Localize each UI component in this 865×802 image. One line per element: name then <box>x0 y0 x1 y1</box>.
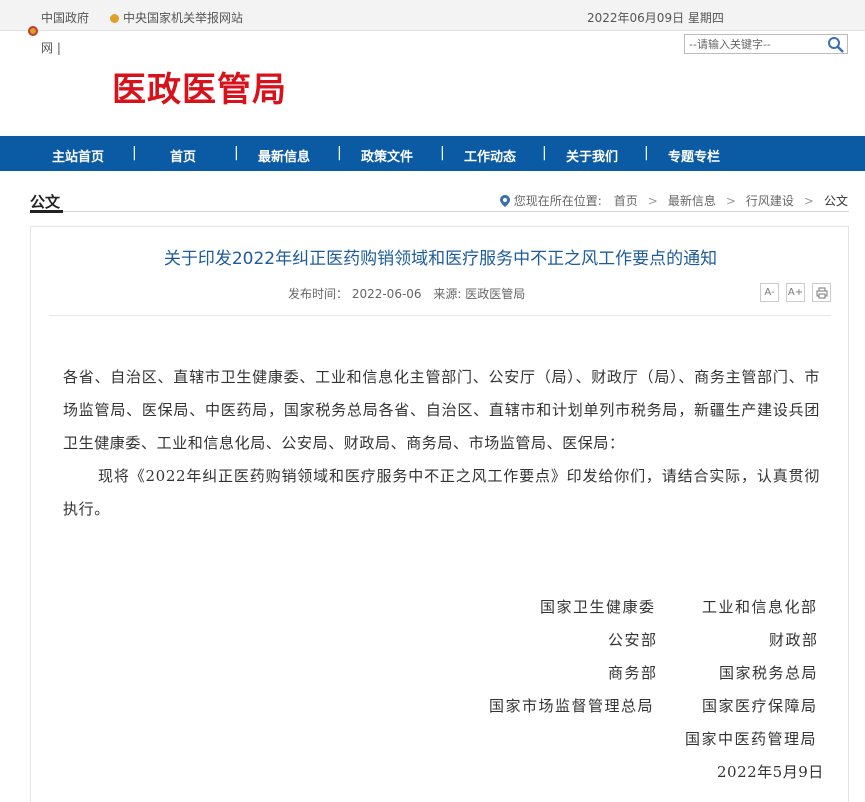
font-increase-button[interactable]: A+ <box>786 283 805 302</box>
nav-separator: | <box>234 145 239 161</box>
chevron-right-icon: > <box>803 193 814 208</box>
article-title: 关于印发2022年纠正医药购销领域和医疗服务中不正之风工作要点的通知 <box>163 249 718 269</box>
signature-mps: 公安部 <box>608 631 658 649</box>
article-tools: A- A+ <box>760 283 831 302</box>
signature-sat: 国家税务总局 <box>719 664 819 682</box>
report-link[interactable]: 中央国家机关举报网站 <box>110 9 243 26</box>
nav-item-latest[interactable]: 最新信息 <box>258 146 310 165</box>
addressee-paragraph: 各省、自治区、直辖市卫生健康委、工业和信息化主管部门、公安厅（局）、财政厅（局）… <box>63 368 820 452</box>
site-logo[interactable]: 医政医管局 <box>112 62 287 111</box>
gov-link[interactable]: 中国政府 <box>41 9 89 26</box>
nav-separator: | <box>337 145 342 161</box>
font-decrease-button[interactable]: A- <box>760 283 779 302</box>
signature-nhc: 国家卫生健康委 <box>540 598 656 616</box>
section-underline <box>30 210 63 213</box>
nav-separator: | <box>440 145 445 161</box>
nav-item-about[interactable]: 关于我们 <box>566 146 618 165</box>
top-bar: 中国政府 中央国家机关举报网站 2022年06月09日 星期四 <box>0 0 865 31</box>
wang-label: 网 | <box>41 41 61 55</box>
signature-nhsa: 国家医疗保障局 <box>702 697 818 715</box>
nav-item-home[interactable]: 首页 <box>170 146 196 165</box>
signature-mofcom: 商务部 <box>608 664 658 682</box>
location-pin-icon <box>499 194 510 207</box>
signature-samr: 国家市场监督管理总局 <box>489 697 655 715</box>
national-emblem-icon <box>28 26 38 36</box>
nav-item-special[interactable]: 专题专栏 <box>668 146 720 165</box>
article-source: 来源: 医政医管局 <box>433 287 526 301</box>
signature-mof: 财政部 <box>769 631 819 649</box>
signature-miit: 工业和信息化部 <box>702 598 818 616</box>
nav-separator: | <box>542 145 547 161</box>
divider <box>63 211 849 212</box>
breadcrumb-conduct[interactable]: 行风建设 <box>746 192 794 209</box>
nav-separator: | <box>132 145 137 161</box>
nav-item-policy[interactable]: 政策文件 <box>361 146 413 165</box>
search-box <box>684 34 848 54</box>
body-paragraph: 现将《2022年纠正医药购销领域和医疗服务中不正之风工作要点》印发给你们，请结合… <box>63 467 820 518</box>
nav-item-main-home[interactable]: 主站首页 <box>52 146 104 165</box>
report-link-label: 中央国家机关举报网站 <box>123 11 244 25</box>
breadcrumb: 您现在所在位置: 首页 > 最新信息 > 行风建设 > 公文 <box>499 192 848 209</box>
breadcrumb-latest[interactable]: 最新信息 <box>668 192 716 209</box>
current-date: 2022年06月09日 星期四 <box>587 11 724 25</box>
breadcrumb-home[interactable]: 首页 <box>614 192 638 209</box>
nav-item-work[interactable]: 工作动态 <box>464 146 516 165</box>
print-button[interactable] <box>812 283 831 302</box>
signature-natcm: 国家中医药管理局 <box>685 730 818 748</box>
report-dot-icon <box>110 14 119 23</box>
signature-date: 2022年5月9日 <box>717 763 824 781</box>
publish-time: 发布时间： 2022-06-06 <box>288 287 422 301</box>
chevron-right-icon: > <box>647 193 658 208</box>
breadcrumb-current: 公文 <box>823 194 848 208</box>
section-title: 公文 <box>30 193 61 211</box>
search-icon[interactable] <box>827 36 845 53</box>
main-nav: 主站首页 | 首页 | 最新信息 | 政策文件 | 工作动态 | 关于我们 | … <box>0 136 865 171</box>
print-icon <box>816 287 827 299</box>
search-input[interactable] <box>689 36 819 52</box>
title-divider <box>49 315 831 316</box>
chevron-right-icon: > <box>725 193 736 208</box>
breadcrumb-prefix: 您现在所在位置: <box>513 194 602 208</box>
article-container: 关于印发2022年纠正医药购销领域和医疗服务中不正之风工作要点的通知 发布时间：… <box>30 226 849 802</box>
article-meta: 发布时间： 2022-06-06 来源: 医政医管局 <box>288 285 533 302</box>
nav-separator: | <box>644 145 649 161</box>
article-body: 各省、自治区、直辖市卫生健康委、工业和信息化主管部门、公安厅（局）、财政厅（局）… <box>63 361 820 526</box>
